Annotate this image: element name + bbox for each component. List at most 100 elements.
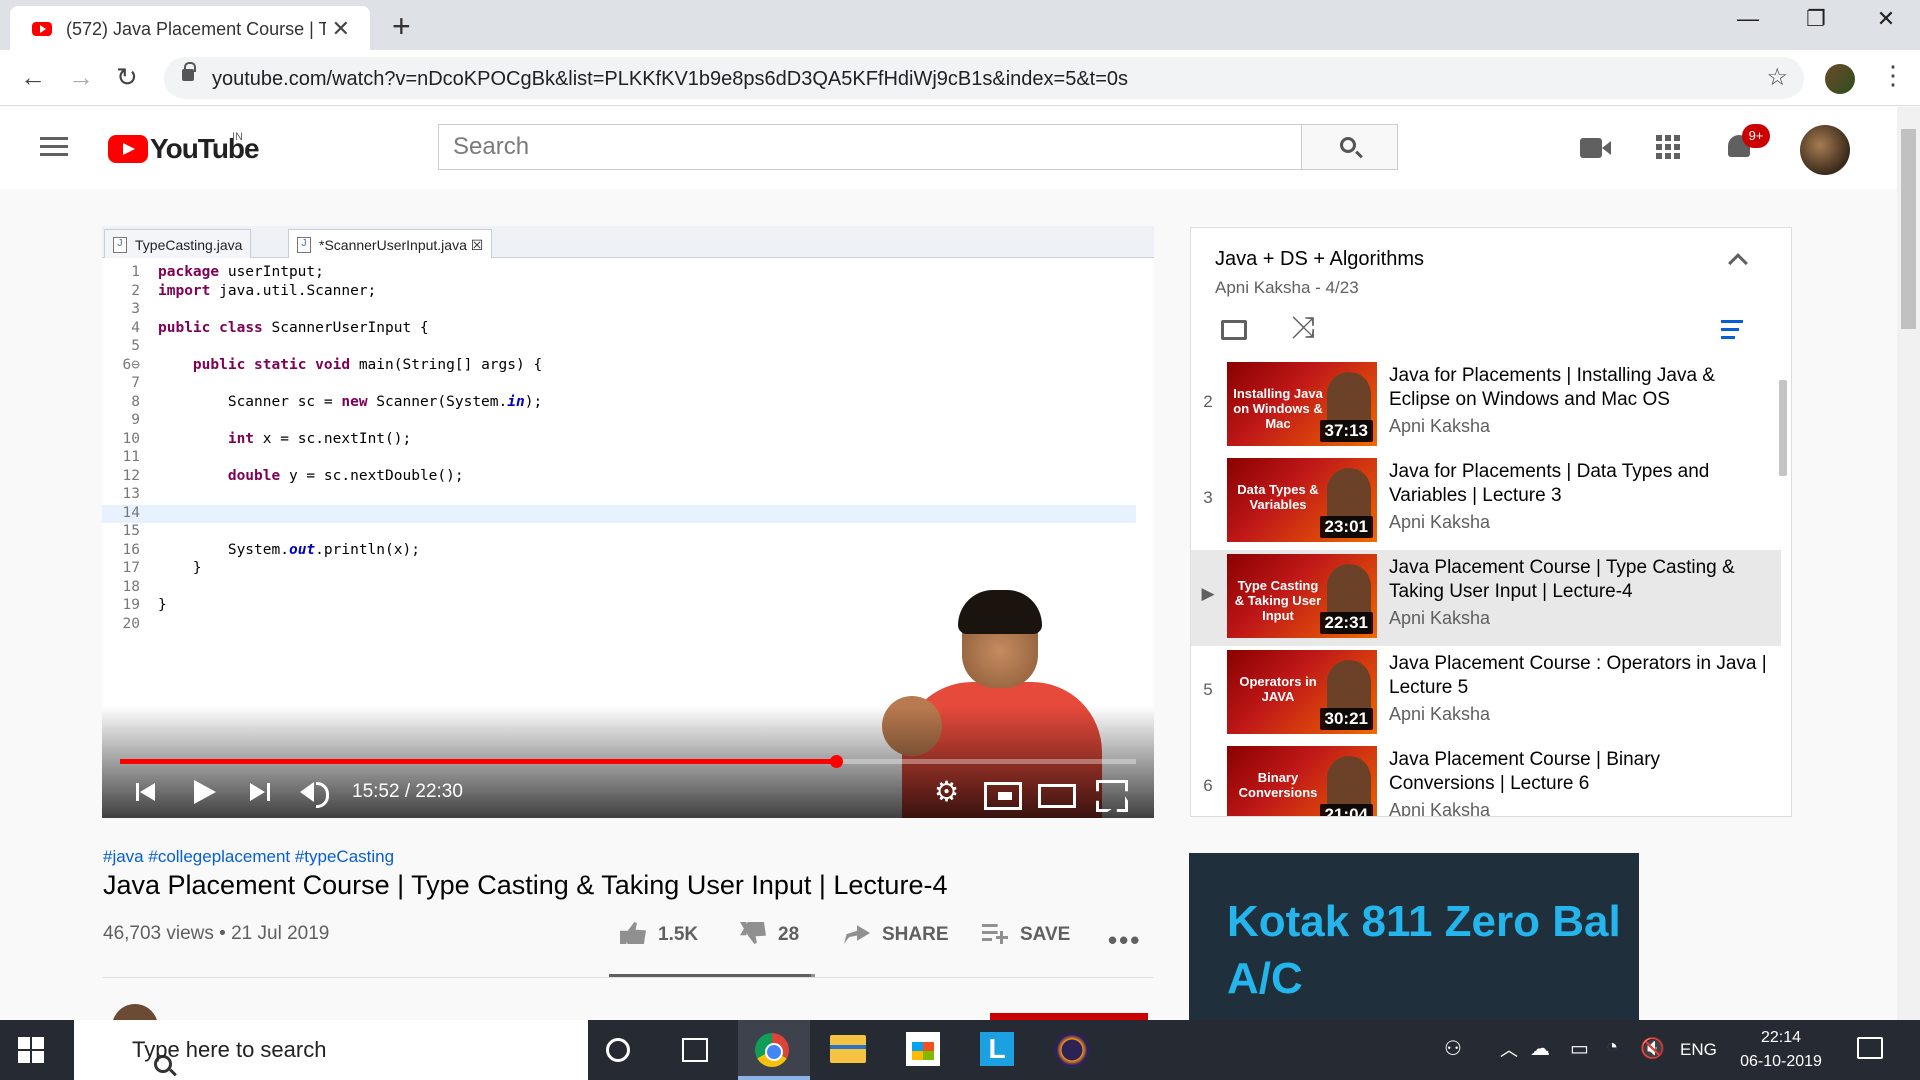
volume-icon[interactable] bbox=[300, 774, 332, 810]
playlist-item[interactable]: 6 Binary Conversions 21:04 Java Placement C… bbox=[1191, 742, 1781, 816]
new-tab-button[interactable]: + bbox=[392, 8, 411, 45]
loop-playlist-icon[interactable] bbox=[1219, 316, 1247, 340]
playlist-item-thumbnail[interactable]: Binary Conversions 21:04 bbox=[1227, 746, 1377, 816]
ad-banner[interactable]: Kotak 811 Zero Bal A/C bbox=[1189, 853, 1639, 1043]
playlist-item-thumbnail[interactable]: Installing Java on Windows & Mac 37:13 bbox=[1227, 362, 1377, 446]
playlist-item-thumbnail[interactable]: Data Types & Variables 23:01 bbox=[1227, 458, 1377, 542]
windows-start-icon[interactable] bbox=[18, 1037, 44, 1063]
playlist-item[interactable]: 3 Data Types & Variables 23:01 Java for Pla… bbox=[1191, 454, 1781, 550]
close-window-button[interactable]: ✕ bbox=[1866, 6, 1906, 32]
editor-tab-label: TypeCasting.java bbox=[135, 237, 243, 253]
code-line: 11 bbox=[102, 449, 1136, 467]
save-playlist-icon[interactable] bbox=[1721, 320, 1751, 342]
battery-icon[interactable]: ▭ bbox=[1570, 1036, 1589, 1062]
people-icon[interactable]: ⚇ bbox=[1444, 1036, 1462, 1062]
wifi-icon[interactable]: ◔ bbox=[1606, 1036, 1618, 1062]
region-label: IN bbox=[232, 131, 243, 143]
chrome-icon[interactable] bbox=[755, 1033, 789, 1067]
omnibox[interactable]: youtube.com/watch?v=nDcoKPOCgBk&list=PLK… bbox=[164, 57, 1804, 99]
share-button[interactable]: SHARE bbox=[844, 922, 949, 946]
show-hidden-icons-chevron-icon[interactable]: ︿ bbox=[1500, 1036, 1518, 1062]
cortana-icon[interactable] bbox=[606, 1038, 630, 1062]
browser-menu-icon[interactable]: ⋮ bbox=[1880, 60, 1906, 91]
minimize-button[interactable]: — bbox=[1728, 6, 1768, 32]
playlist-item-channel[interactable]: Apni Kaksha bbox=[1389, 416, 1490, 437]
playlist-item-title[interactable]: Java Placement Course : Operators in Jav… bbox=[1389, 652, 1769, 700]
playlist-item-index: ▶ bbox=[1201, 584, 1215, 603]
task-view-icon[interactable] bbox=[682, 1038, 708, 1062]
eclipse-icon[interactable] bbox=[1054, 1032, 1090, 1068]
more-actions-icon[interactable]: ••• bbox=[1108, 925, 1141, 956]
line-number: 5 bbox=[131, 338, 140, 354]
language-indicator[interactable]: ENG bbox=[1680, 1040, 1717, 1066]
playlist-item-title[interactable]: Java Placement Course | Binary Conversio… bbox=[1389, 748, 1769, 796]
code-line: 7 bbox=[102, 375, 1136, 393]
line-number: 8 bbox=[131, 393, 140, 410]
taskbar-clock[interactable]: 22:14 06-10-2019 bbox=[1732, 1026, 1830, 1074]
code-text: System.out.println(x); bbox=[227, 541, 420, 558]
miniplayer-icon[interactable] bbox=[984, 774, 1022, 810]
theater-mode-icon[interactable] bbox=[1038, 774, 1076, 810]
l-app-icon[interactable]: L bbox=[980, 1032, 1014, 1066]
search-button[interactable] bbox=[1302, 124, 1398, 170]
line-number: 9 bbox=[131, 412, 140, 428]
video-hashtags[interactable]: #java #collegeplacement #typeCasting bbox=[103, 847, 394, 867]
playlist-item-channel[interactable]: Apni Kaksha bbox=[1389, 608, 1490, 629]
browser-profile-avatar[interactable] bbox=[1825, 64, 1855, 94]
bookmark-star-icon[interactable]: ☆ bbox=[1766, 63, 1788, 92]
youtube-favicon-icon bbox=[32, 22, 52, 36]
video-player[interactable]: J TypeCasting.java J *ScannerUserInput.jav… bbox=[102, 226, 1154, 818]
search-box[interactable] bbox=[438, 124, 1302, 170]
shuffle-icon[interactable]: ⤨ bbox=[1291, 313, 1315, 343]
forward-icon[interactable]: → bbox=[68, 62, 94, 93]
page-scrollbar[interactable] bbox=[1897, 107, 1920, 1021]
playlist-item-channel[interactable]: Apni Kaksha bbox=[1389, 512, 1490, 533]
playlist-item-thumbnail[interactable]: Type Casting & Taking User Input 22:31 bbox=[1227, 554, 1377, 638]
thumbnail-caption: Operators in JAVA bbox=[1239, 674, 1317, 704]
dislike-button[interactable]: 28 bbox=[740, 922, 799, 946]
url-text[interactable]: youtube.com/watch?v=nDcoKPOCgBk&list=PLK… bbox=[212, 68, 1128, 91]
playlist-add-icon bbox=[982, 922, 1008, 944]
store-icon[interactable] bbox=[906, 1032, 940, 1066]
playlist-item-title[interactable]: Java Placement Course | Type Casting & T… bbox=[1389, 556, 1769, 604]
playlist-scrollbar[interactable] bbox=[1779, 380, 1787, 476]
close-tab-icon[interactable]: ✕ bbox=[332, 16, 350, 42]
playlist-item-title[interactable]: Java for Placements | Data Types and Var… bbox=[1389, 460, 1769, 508]
taskbar-search[interactable]: Type here to search bbox=[74, 1020, 588, 1080]
apps-grid-icon[interactable] bbox=[1656, 135, 1680, 159]
back-icon[interactable]: ← bbox=[20, 62, 46, 93]
video-progress-bar[interactable] bbox=[120, 755, 1136, 768]
fullscreen-icon[interactable] bbox=[1096, 774, 1124, 810]
page-scrollbar-thumb[interactable] bbox=[1901, 129, 1916, 329]
volume-muted-icon[interactable]: 🔇 bbox=[1640, 1036, 1665, 1062]
hamburger-menu-icon[interactable] bbox=[40, 137, 68, 157]
file-explorer-icon[interactable] bbox=[830, 1035, 866, 1063]
browser-tab[interactable]: (572) Java Placement Course | Ty ✕ bbox=[10, 6, 370, 50]
create-video-icon[interactable] bbox=[1580, 138, 1611, 158]
collapse-chevron-icon[interactable] bbox=[1728, 253, 1748, 273]
code-text: } bbox=[158, 597, 167, 613]
youtube-logo-icon[interactable] bbox=[108, 135, 148, 163]
previous-video-icon[interactable] bbox=[136, 774, 158, 810]
restore-button[interactable]: ❐ bbox=[1796, 6, 1836, 32]
search-input[interactable] bbox=[439, 125, 1301, 169]
playlist-item[interactable]: 5 Operators in JAVA 30:21 Java Placement Co… bbox=[1191, 646, 1781, 742]
like-button[interactable]: 1.5K bbox=[620, 922, 698, 946]
playlist-item-channel[interactable]: Apni Kaksha bbox=[1389, 800, 1490, 816]
playlist-item[interactable]: ▶ Type Casting & Taking User Input 22:31 Ja… bbox=[1191, 550, 1781, 646]
line-number: 14 bbox=[122, 504, 140, 521]
save-button[interactable]: SAVE bbox=[982, 922, 1070, 946]
playlist-item-channel[interactable]: Apni Kaksha bbox=[1389, 704, 1490, 725]
playlist-item-thumbnail[interactable]: Operators in JAVA 30:21 bbox=[1227, 650, 1377, 734]
next-video-icon[interactable] bbox=[250, 774, 272, 810]
reload-icon[interactable]: ↻ bbox=[116, 62, 138, 93]
youtube-header: YouTube IN 9+ bbox=[0, 107, 1897, 189]
action-center-icon[interactable] bbox=[1857, 1037, 1883, 1059]
playlist-item-title[interactable]: Java for Placements | Installing Java & … bbox=[1389, 364, 1769, 412]
user-avatar[interactable] bbox=[1800, 125, 1850, 175]
playlist-title[interactable]: Java + DS + Algorithms bbox=[1215, 248, 1424, 271]
play-icon[interactable] bbox=[192, 774, 216, 810]
onedrive-icon[interactable]: ☁ bbox=[1530, 1036, 1550, 1062]
settings-gear-icon[interactable]: ⚙ bbox=[934, 774, 960, 810]
playlist-item[interactable]: 2 Installing Java on Windows & Mac 37:13 Ja… bbox=[1191, 358, 1781, 454]
